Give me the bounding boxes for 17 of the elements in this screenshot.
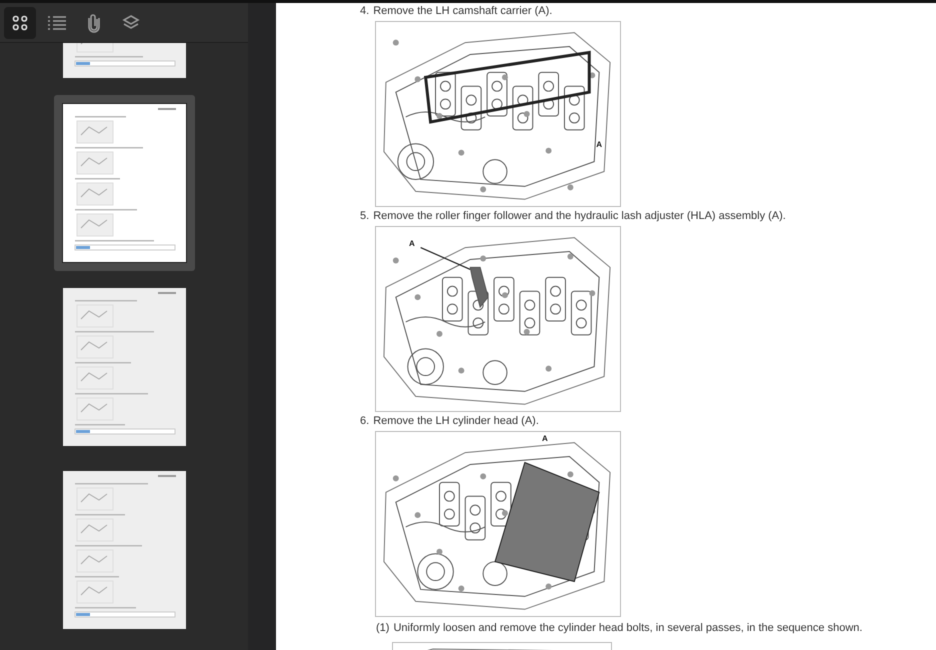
step-number: 5. bbox=[360, 210, 370, 223]
layers-icon bbox=[122, 14, 140, 30]
step-text: Uniformly loosen and remove the cylinder head bolts, in several passes, in the sequence shown. bbox=[393, 622, 862, 635]
step-text: Remove the LH camshaft carrier (A). bbox=[373, 5, 552, 18]
step-number: 4. bbox=[360, 5, 370, 18]
grid-icon bbox=[12, 14, 28, 30]
paperclip-icon bbox=[87, 12, 101, 32]
step-number: (1) bbox=[376, 622, 390, 635]
callout-label: A bbox=[542, 434, 548, 443]
step-text: Remove the roller finger follower and the hydraulic lash adjuster (HLA) assembly (A). bbox=[373, 210, 786, 223]
step-number: 6. bbox=[360, 415, 370, 428]
callout-label: A bbox=[409, 239, 415, 248]
step-text: Remove the LH cylinder head (A). bbox=[373, 415, 539, 428]
page-thumbnail[interactable] bbox=[54, 95, 194, 271]
list-icon bbox=[47, 14, 67, 30]
sidebar-tab[interactable] bbox=[4, 6, 36, 38]
callout-label: A bbox=[596, 140, 602, 149]
